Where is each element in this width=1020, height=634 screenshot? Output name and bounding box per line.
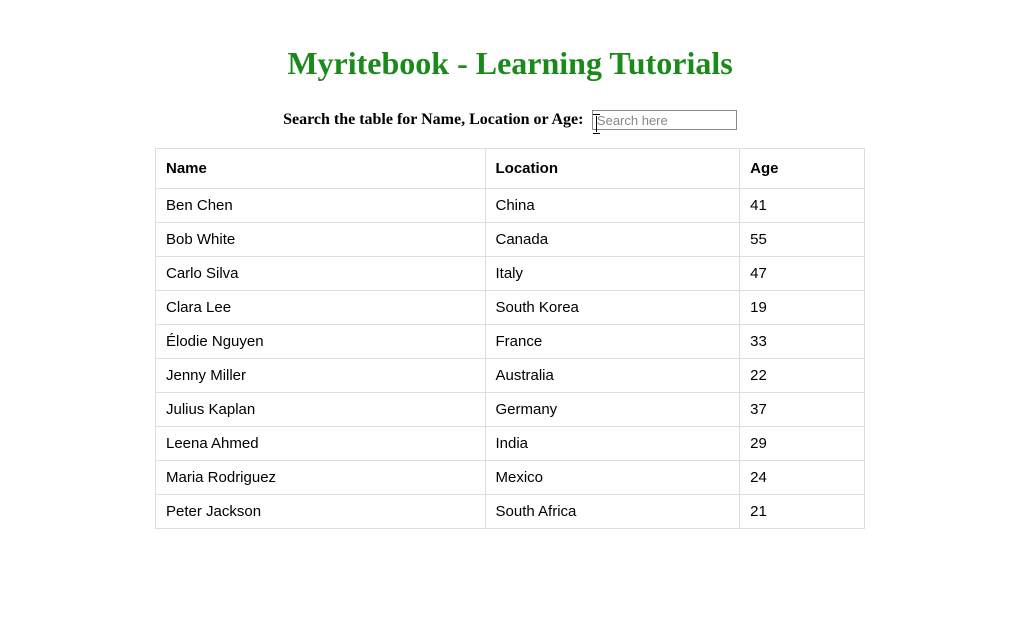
header-age: Age (740, 149, 865, 189)
cell-age: 21 (740, 495, 865, 529)
table-row: Ben ChenChina41 (156, 189, 865, 223)
cell-name: Bob White (156, 223, 486, 257)
table-row: Leena AhmedIndia29 (156, 427, 865, 461)
cell-location: South Africa (485, 495, 740, 529)
table-row: Élodie NguyenFrance33 (156, 325, 865, 359)
cell-location: China (485, 189, 740, 223)
search-label: Search the table for Name, Location or A… (283, 111, 583, 128)
header-location: Location (485, 149, 740, 189)
table-row: Carlo SilvaItaly47 (156, 257, 865, 291)
cell-age: 47 (740, 257, 865, 291)
search-row: Search the table for Name, Location or A… (0, 110, 1020, 130)
cell-location: Germany (485, 393, 740, 427)
cell-location: India (485, 427, 740, 461)
cell-age: 24 (740, 461, 865, 495)
cell-location: Mexico (485, 461, 740, 495)
cell-age: 33 (740, 325, 865, 359)
page-title: Myritebook - Learning Tutorials (0, 45, 1020, 82)
cell-age: 37 (740, 393, 865, 427)
table-row: Julius KaplanGermany37 (156, 393, 865, 427)
cell-name: Élodie Nguyen (156, 325, 486, 359)
cell-location: Australia (485, 359, 740, 393)
cell-age: 19 (740, 291, 865, 325)
cell-age: 29 (740, 427, 865, 461)
cell-location: Canada (485, 223, 740, 257)
data-table: Name Location Age Ben ChenChina41Bob Whi… (155, 148, 865, 529)
table-row: Jenny MillerAustralia22 (156, 359, 865, 393)
search-input[interactable] (592, 110, 737, 130)
cell-name: Julius Kaplan (156, 393, 486, 427)
cell-name: Carlo Silva (156, 257, 486, 291)
cell-name: Peter Jackson (156, 495, 486, 529)
table-row: Maria RodriguezMexico24 (156, 461, 865, 495)
cell-age: 55 (740, 223, 865, 257)
cell-name: Maria Rodriguez (156, 461, 486, 495)
cell-location: France (485, 325, 740, 359)
table-row: Clara LeeSouth Korea19 (156, 291, 865, 325)
header-name: Name (156, 149, 486, 189)
table-header-row: Name Location Age (156, 149, 865, 189)
table-row: Bob WhiteCanada55 (156, 223, 865, 257)
cell-name: Leena Ahmed (156, 427, 486, 461)
cell-name: Jenny Miller (156, 359, 486, 393)
table-row: Peter JacksonSouth Africa21 (156, 495, 865, 529)
cell-age: 41 (740, 189, 865, 223)
cell-name: Ben Chen (156, 189, 486, 223)
cell-name: Clara Lee (156, 291, 486, 325)
cell-location: South Korea (485, 291, 740, 325)
cell-age: 22 (740, 359, 865, 393)
cell-location: Italy (485, 257, 740, 291)
